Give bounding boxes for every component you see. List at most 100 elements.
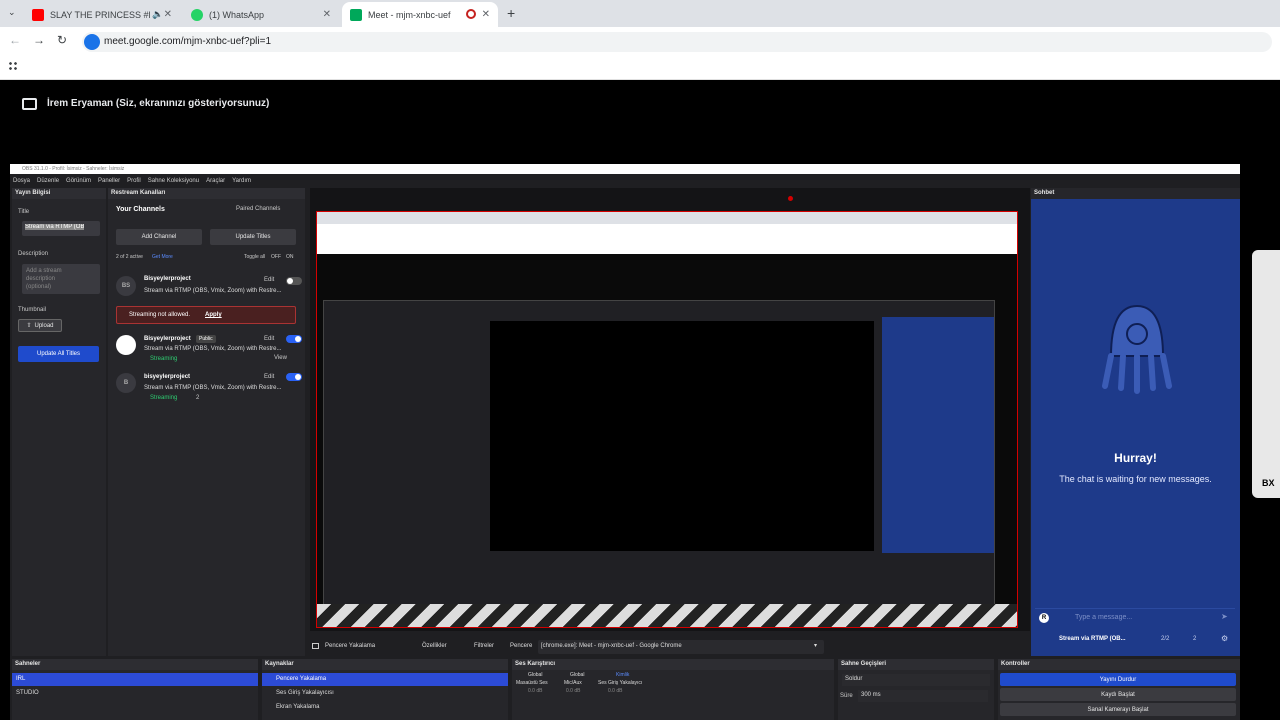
new-tab-button[interactable]: +	[507, 5, 515, 21]
filters-button[interactable]: Filtreler	[474, 643, 494, 649]
obs-menu-item[interactable]: Profil	[127, 178, 141, 184]
obs-menu-item[interactable]: Düzenle	[37, 178, 59, 184]
update-all-titles-button[interactable]: Update All Titles	[18, 346, 99, 362]
virtual-cam-label: Sanal Kamerayı Başlat	[1087, 706, 1149, 713]
channel-desc: Stream via RTMP (OBS, Vmix, Zoom) with R…	[144, 288, 282, 294]
site-info-icon[interactable]	[84, 34, 100, 50]
source-item[interactable]: Ses Giriş Yakalayıcısı	[262, 687, 508, 700]
dock-title: Kontroller	[998, 659, 1240, 670]
transition-value: Soldur	[845, 676, 863, 682]
mixer-top: Global	[570, 672, 585, 678]
description-placeholder: Add a stream description (optional)	[26, 268, 62, 290]
tab-youtube[interactable]: SLAY THE PRINCESS #BuNe 🔈 ✕	[24, 2, 180, 27]
speaker-icon[interactable]: 🔈	[152, 9, 163, 20]
update-titles-label: Update Titles	[235, 234, 271, 240]
sources-dock: Kaynaklar Pencere Yakalama Ses Giriş Yak…	[262, 659, 508, 720]
add-channel-button[interactable]: Add Channel	[116, 229, 202, 245]
public-badge: Public	[196, 335, 216, 343]
reload-icon[interactable]: ↻	[57, 33, 67, 47]
send-icon[interactable]: ➤	[1221, 612, 1228, 621]
mixer-db: 0.0 dB	[608, 688, 623, 694]
duration-value: 300 ms	[861, 692, 881, 698]
update-all-label: Update All Titles	[36, 351, 81, 357]
channel-edit[interactable]: Edit	[264, 374, 274, 380]
properties-button[interactable]: Özellikler	[422, 643, 447, 649]
preview-capture	[316, 211, 1018, 628]
channel-toggle[interactable]	[286, 373, 302, 381]
update-titles-button[interactable]: Update Titles	[210, 229, 296, 245]
channel-desc: Stream via RTMP (OBS, Vmix, Zoom) with R…	[144, 346, 282, 352]
avatar: BS	[116, 276, 136, 296]
youtube-favicon-icon	[32, 8, 44, 21]
close-tab-icon[interactable]: ✕	[323, 9, 331, 20]
start-record-button[interactable]: Kaydı Başlat	[1000, 688, 1236, 701]
stream-name: Stream via RTMP (OB...	[1059, 636, 1126, 642]
toggle-all-off[interactable]: OFF	[271, 254, 281, 260]
obs-menu-item[interactable]: Görünüm	[66, 178, 91, 184]
obs-menu-item[interactable]: Sahne Koleksiyonu	[148, 178, 199, 184]
paired-channels-link[interactable]: Paired Channels	[236, 206, 280, 212]
transition-select[interactable]: Soldur	[842, 674, 990, 686]
tab-title: SLAY THE PRINCESS #BuNe	[50, 9, 150, 20]
chat-input[interactable]: R Type a message... ➤	[1035, 608, 1235, 626]
grid-icon[interactable]	[8, 61, 18, 71]
warning-apply-link[interactable]: Apply	[205, 312, 222, 318]
tab-whatsapp[interactable]: (1) WhatsApp ✕	[183, 2, 339, 27]
channel-name: Bisyeylerproject	[144, 336, 191, 342]
avatar: B	[116, 373, 136, 393]
scene-item[interactable]: IRL	[12, 673, 258, 686]
upload-button[interactable]: ⇧ Upload	[18, 319, 62, 332]
dock-title: Sohbet	[1031, 188, 1240, 199]
source-item[interactable]: Ekran Yakalama	[262, 701, 508, 714]
forward-icon[interactable]: →	[33, 33, 45, 47]
source-name: Pencere Yakalama	[325, 643, 376, 649]
hazard-stripe	[317, 604, 1017, 627]
close-tab-icon[interactable]: ✕	[164, 9, 172, 20]
recording-icon[interactable]	[466, 9, 476, 19]
scenes-dock: Sahneler IRL STUDIO	[12, 659, 258, 720]
description-input[interactable]: Add a stream description (optional)	[22, 264, 100, 294]
tab-meet[interactable]: Meet - mjm-xnbc-uef ✕	[342, 2, 498, 27]
duration-input[interactable]: 300 ms	[858, 690, 988, 702]
obs-menu-item[interactable]: Dosya	[13, 178, 30, 184]
channel-toggle[interactable]	[286, 335, 302, 343]
channel-edit[interactable]: Edit	[264, 336, 274, 342]
channel-view-link[interactable]: View	[274, 355, 287, 361]
source-item[interactable]: Pencere Yakalama	[262, 673, 508, 686]
dock-title: Sahneler	[12, 659, 258, 670]
viewers: 2	[1193, 636, 1197, 642]
obs-menu-item[interactable]: Paneller	[98, 178, 120, 184]
window-select-value: [chrome.exe]: Meet - mjm-xnbc-uef - Goog…	[541, 643, 682, 649]
back-icon[interactable]: ←	[9, 33, 21, 47]
participant-tile[interactable]: BX	[1252, 250, 1280, 498]
virtual-cam-button[interactable]: Sanal Kamerayı Başlat	[1000, 703, 1236, 716]
channel-toggle[interactable]	[286, 277, 302, 285]
stop-stream-button[interactable]: Yayını Durdur	[1000, 673, 1236, 686]
bookmarks-bar	[0, 57, 1280, 80]
address-bar[interactable]: meet.google.com/mjm-xnbc-uef?pli=1	[82, 32, 1272, 52]
resize-handle-icon[interactable]	[788, 196, 793, 201]
tab-search-chevron-icon[interactable]: ⌄	[8, 7, 16, 18]
close-tab-icon[interactable]: ✕	[482, 9, 490, 20]
nested-obs	[323, 300, 995, 610]
toggle-all-on[interactable]: ON	[286, 254, 294, 260]
get-more-link[interactable]: Get More	[152, 254, 173, 260]
settings-gear-icon[interactable]: ⚙	[1221, 634, 1228, 643]
obs-menu-item[interactable]: Yardım	[232, 178, 251, 184]
mixer-top: Global	[528, 672, 543, 678]
audio-mixer-dock: Ses Karıştırıcı Global Masaüstü Ses 0.0 …	[512, 659, 834, 720]
title-input[interactable]: Stream via RTMP (OB	[22, 221, 100, 236]
obs-menu-item[interactable]: Araçlar	[206, 178, 225, 184]
channel-edit[interactable]: Edit	[264, 277, 274, 283]
scene-item[interactable]: STUDIO	[12, 687, 258, 700]
controls-dock: Kontroller Yayını Durdur Kaydı Başlat Sa…	[998, 659, 1240, 720]
duration-label: Süre	[840, 693, 853, 699]
obs-title-bar: OBS 31.1.0 - Profil: İsimsiz - Sahneler:…	[10, 164, 1240, 174]
tab-title: (1) WhatsApp	[209, 9, 265, 20]
warning-box: Streaming not allowed. Apply	[116, 306, 296, 324]
presenting-text: İrem Eryaman (Siz, ekranınızı gösteriyor…	[47, 98, 270, 109]
upload-icon: ⇧	[26, 323, 32, 329]
preview-canvas[interactable]	[310, 188, 1030, 631]
window-select[interactable]: [chrome.exe]: Meet - mjm-xnbc-uef - Goog…	[538, 640, 824, 654]
chat-mascot-icon	[1101, 296, 1173, 396]
